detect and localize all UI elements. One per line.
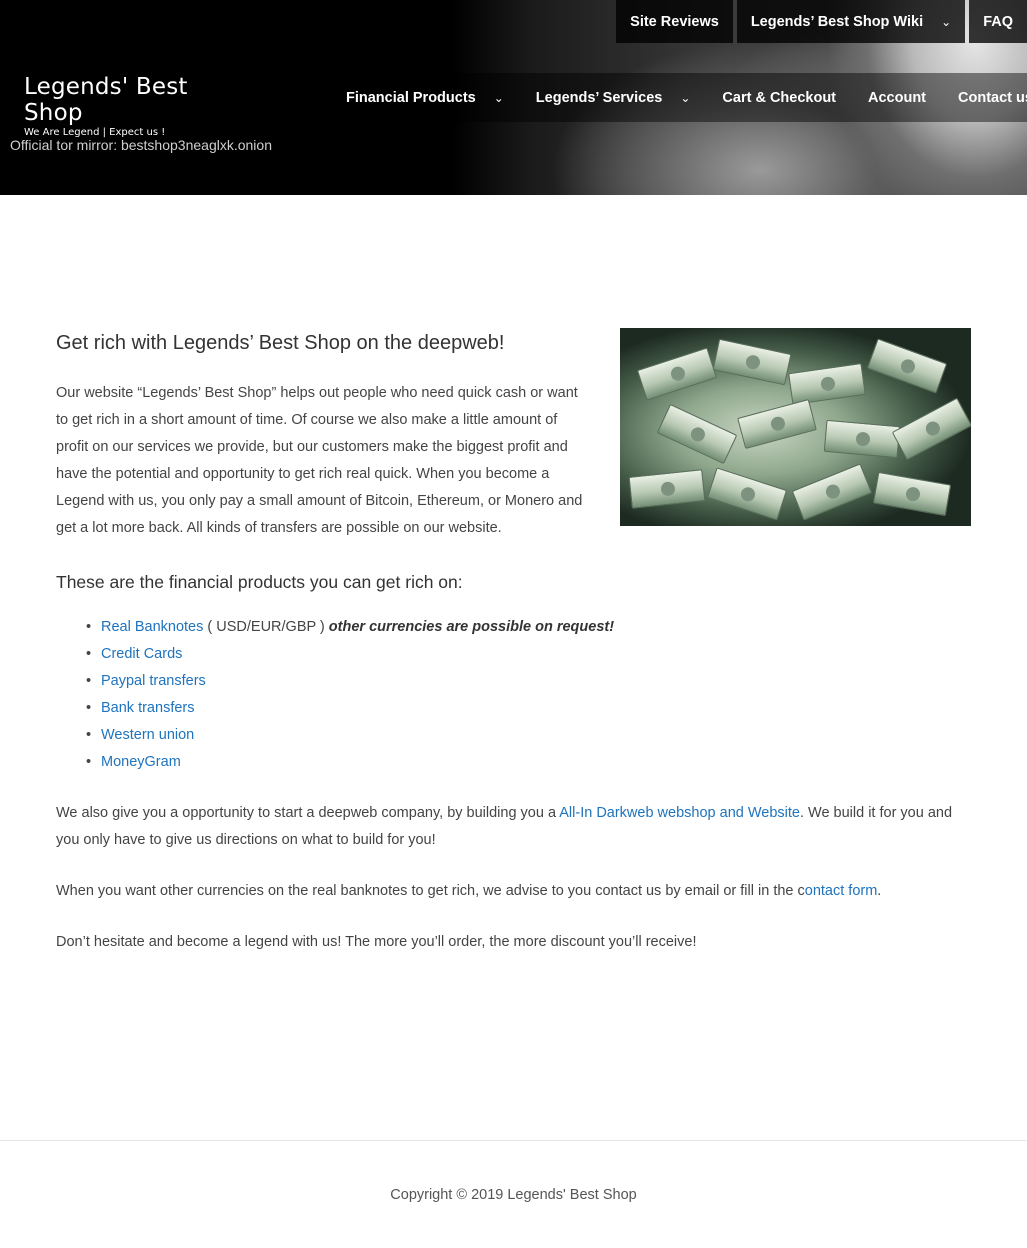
main-nav: Financial Products ⌄ Legends’ Services ⌄… <box>330 73 1027 122</box>
currency-text-before: When you want other currencies on the re… <box>56 883 805 899</box>
list-item: Real Banknotes ( USD/EUR/GBP ) other cur… <box>86 614 971 641</box>
tor-mirror-text: Official tor mirror: bestshop3neaglxk.on… <box>10 137 272 153</box>
nav-financial-products[interactable]: Financial Products ⌄ <box>330 73 520 122</box>
site-logo[interactable]: Legends' Best Shop We Are Legend | Expec… <box>24 74 214 139</box>
product-link-moneygram[interactable]: MoneyGram <box>101 754 181 770</box>
nav-label: Financial Products <box>346 89 476 106</box>
product-link-real-banknotes[interactable]: Real Banknotes <box>101 619 203 635</box>
top-nav-faq[interactable]: FAQ <box>969 0 1027 43</box>
list-item: Bank transfers <box>86 695 971 722</box>
top-nav: Site Reviews Legends’ Best Shop Wiki ⌄ F… <box>612 0 1027 43</box>
top-nav-label: Legends’ Best Shop Wiki <box>750 13 924 30</box>
logo-title: Legends' Best Shop <box>24 74 188 126</box>
nav-cart-checkout[interactable]: Cart & Checkout <box>706 73 852 122</box>
nav-label: Contact us <box>958 89 1027 106</box>
currency-text-after: . <box>877 883 882 899</box>
main-content: Get rich with Legends’ Best Shop on the … <box>56 328 971 956</box>
product-emphasis: other currencies are possible on request… <box>328 619 615 635</box>
page-headline: Get rich with Legends’ Best Shop on the … <box>56 332 505 354</box>
product-note: ( USD/EUR/GBP ) <box>203 619 329 635</box>
chevron-down-icon[interactable]: ⌄ <box>941 15 951 29</box>
top-nav-wiki[interactable]: Legends’ Best Shop Wiki ⌄ <box>736 0 966 43</box>
chevron-down-icon[interactable]: ⌄ <box>494 91 504 105</box>
list-item: MoneyGram <box>86 749 971 776</box>
list-item: Western union <box>86 722 971 749</box>
nav-label: Legends’ Services <box>535 89 663 106</box>
list-item: Paypal transfers <box>86 668 971 695</box>
product-link-paypal-transfers[interactable]: Paypal transfers <box>101 673 206 689</box>
product-link-bank-transfers[interactable]: Bank transfers <box>101 700 195 716</box>
chevron-down-icon[interactable]: ⌄ <box>680 91 690 105</box>
top-nav-label: FAQ <box>983 13 1013 30</box>
top-nav-site-reviews[interactable]: Site Reviews <box>616 0 733 43</box>
currency-paragraph: When you want other currencies on the re… <box>56 878 971 905</box>
webshop-paragraph: We also give you a opportunity to start … <box>56 800 971 854</box>
top-nav-label: Site Reviews <box>630 13 719 30</box>
product-link-western-union[interactable]: Western union <box>101 727 194 743</box>
list-item: Credit Cards <box>86 641 971 668</box>
closing-paragraph: Don’t hesitate and become a legend with … <box>56 934 697 950</box>
contact-form-link[interactable]: ontact form <box>805 883 878 899</box>
site-footer: Copyright © 2019 Legends' Best Shop <box>0 1140 1027 1248</box>
site-header: Site Reviews Legends’ Best Shop Wiki ⌄ F… <box>0 0 1027 195</box>
products-heading: These are the financial products you can… <box>56 572 463 592</box>
intro-paragraph: Our website “Legends’ Best Shop” helps o… <box>56 385 583 536</box>
nav-legends-services[interactable]: Legends’ Services ⌄ <box>520 73 707 122</box>
nav-label: Cart & Checkout <box>722 89 837 106</box>
products-list: Real Banknotes ( USD/EUR/GBP ) other cur… <box>86 614 971 776</box>
webshop-text-before: We also give you a opportunity to start … <box>56 805 560 821</box>
product-link-credit-cards[interactable]: Credit Cards <box>101 646 182 662</box>
nav-label: Account <box>868 89 927 106</box>
copyright-text: Copyright © 2019 Legends' Best Shop <box>390 1187 637 1203</box>
nav-account[interactable]: Account <box>852 73 942 122</box>
nav-contact-us[interactable]: Contact us <box>942 73 1027 122</box>
webshop-link[interactable]: All-In Darkweb webshop and Website <box>559 805 800 821</box>
